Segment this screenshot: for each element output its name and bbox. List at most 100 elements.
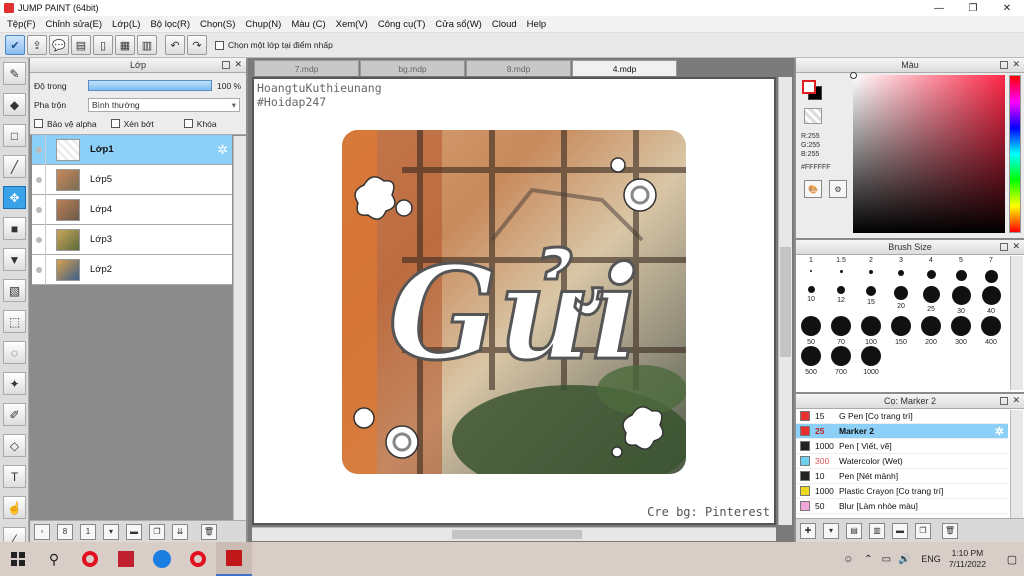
brush-size-option[interactable]: 3	[886, 256, 916, 286]
menu-edit[interactable]: Chỉnh sửa(E)	[41, 19, 108, 30]
clock[interactable]: 1:10 PM 7/11/2022	[949, 548, 986, 570]
brush-size-option[interactable]: 7	[976, 256, 1006, 286]
lock-checkbox[interactable]	[183, 119, 193, 128]
tab-8-mdp[interactable]: 8.mdp	[466, 60, 571, 76]
menu-cloud[interactable]: Cloud	[487, 19, 522, 30]
new-8bit-layer-icon[interactable]: 8	[57, 523, 73, 540]
preset-list-icon[interactable]: ▥	[869, 522, 885, 539]
saturation-value-picker[interactable]	[850, 72, 1005, 233]
hand-tool-icon[interactable]: ☝	[3, 496, 26, 519]
new-1bit-layer-icon[interactable]: 1	[80, 523, 96, 540]
menu-filter[interactable]: Bộ lọc(R)	[145, 19, 195, 30]
brush-size-option[interactable]: 2	[856, 256, 886, 286]
menu-capture[interactable]: Chụp(N)	[240, 19, 286, 30]
text-box-icon[interactable]: ▤	[71, 35, 91, 55]
brush-size-option[interactable]: 1	[796, 256, 826, 286]
eraser-tool-icon[interactable]: ◆	[3, 93, 26, 116]
brush-size-option[interactable]: 150	[886, 316, 916, 346]
brush-tool-icon[interactable]: ✎	[3, 62, 26, 85]
foreground-color-swatch[interactable]	[802, 80, 816, 94]
brush-size-option[interactable]: 700	[826, 346, 856, 376]
brush-size-option[interactable]: 200	[916, 316, 946, 346]
zalo-icon[interactable]	[144, 542, 180, 576]
select-rect-tool-icon[interactable]: ⬚	[3, 310, 26, 333]
frame-icon[interactable]: ▦	[115, 35, 135, 55]
maximize-button[interactable]: ❐	[956, 0, 990, 16]
preset-menu-icon[interactable]: ▾	[823, 522, 839, 539]
palette-icon[interactable]: 🎨	[804, 180, 822, 198]
brush-preset-row[interactable]: 15 G Pen [Cọ trang trí]	[796, 409, 1008, 424]
gradient-tool-icon[interactable]: ▧	[3, 279, 26, 302]
opacity-slider[interactable]	[88, 80, 212, 91]
select-layer-checkbox[interactable]	[215, 40, 224, 50]
visibility-toggle[interactable]	[32, 254, 46, 285]
brush-size-option[interactable]: 25	[916, 286, 946, 316]
undock-icon[interactable]	[1000, 243, 1008, 251]
close-panel-icon[interactable]: ✕	[1012, 241, 1020, 252]
gear-icon[interactable]: ✲	[217, 142, 228, 158]
menu-layer[interactable]: Lớp(L)	[107, 19, 145, 30]
canvas-horizontal-scrollbar[interactable]	[252, 527, 776, 541]
merge-layer-icon[interactable]: ⇊	[172, 523, 188, 540]
menu-view[interactable]: Xem(V)	[331, 19, 373, 30]
undock-icon[interactable]	[1000, 61, 1008, 69]
brush-size-option[interactable]: 4	[916, 256, 946, 286]
lasso-tool-icon[interactable]: ◌	[3, 341, 26, 364]
visibility-toggle[interactable]	[32, 134, 46, 165]
brush-size-option[interactable]: 100	[856, 316, 886, 346]
palette-settings-icon[interactable]: ⚙	[829, 180, 847, 198]
drawing-canvas[interactable]: HoangtuKuthieunang #Hoidap247 Gửi Cre bg…	[252, 77, 776, 525]
app-grid-icon[interactable]	[108, 542, 144, 576]
tab-7-mdp[interactable]: 7.mdp	[254, 60, 359, 76]
move-tool-icon[interactable]: ✥	[3, 186, 26, 209]
canvas-vertical-thumb[interactable]	[780, 247, 791, 357]
volume-icon[interactable]: 🔊	[895, 542, 913, 576]
brush-preset-row[interactable]: 300 Watercolor (Wet)	[796, 454, 1008, 469]
close-panel-icon[interactable]: ✕	[234, 59, 242, 70]
brush-preset-row[interactable]: 1000 Pen [ Viết, vẽ]	[796, 439, 1008, 454]
text-tool-icon[interactable]: T	[3, 465, 26, 488]
new-layer-icon[interactable]: ▫	[34, 523, 50, 540]
folder-icon[interactable]: ▬	[126, 523, 142, 540]
brush-preset-row[interactable]: 10 Pen [Nét mảnh]	[796, 469, 1008, 484]
brush-size-option[interactable]: 15	[856, 286, 886, 316]
close-panel-icon[interactable]: ✕	[1012, 395, 1020, 406]
brush-preset-row[interactable]: 25 Marker 2 ✲	[796, 424, 1008, 439]
duplicate-preset-icon[interactable]: ❐	[915, 522, 931, 539]
clipping-checkbox[interactable]	[110, 119, 120, 128]
tab-4-mdp[interactable]: 4.mdp	[572, 60, 677, 76]
visibility-toggle[interactable]	[32, 164, 46, 195]
export-icon[interactable]: ⇪	[27, 35, 47, 55]
visibility-toggle[interactable]	[32, 194, 46, 225]
brush-size-option[interactable]: 500	[796, 346, 826, 376]
select-eraser-tool-icon[interactable]: ◇	[3, 434, 26, 457]
layer-row[interactable]: Lớp4	[32, 194, 232, 225]
layer-row[interactable]: Lớp2	[32, 254, 232, 285]
opera-icon[interactable]	[72, 542, 108, 576]
layer-row[interactable]: Lớp3	[32, 224, 232, 255]
page-icon[interactable]: ▯	[93, 35, 113, 55]
brush-preset-row[interactable]: 1000 Plastic Crayon [Cọ trang trí]	[796, 484, 1008, 499]
brush-size-option[interactable]: 300	[946, 316, 976, 346]
gear-icon[interactable]: ✲	[995, 425, 1004, 438]
opera-gx-icon[interactable]	[180, 542, 216, 576]
preset-settings-icon[interactable]: ▤	[846, 522, 862, 539]
panel-icon[interactable]: ▥	[137, 35, 157, 55]
brush-size-option[interactable]: 40	[976, 286, 1006, 316]
brush-size-option[interactable]: 5	[946, 256, 976, 286]
delete-layer-icon[interactable]: 🗑	[201, 523, 217, 540]
undock-icon[interactable]	[222, 61, 230, 69]
minimize-button[interactable]: —	[922, 0, 956, 16]
menu-select[interactable]: Chọn(S)	[195, 19, 240, 30]
menu-window[interactable]: Cửa sổ(W)	[430, 19, 486, 30]
windows-start-icon[interactable]	[0, 542, 36, 576]
brush-size-option[interactable]: 1.5	[826, 256, 856, 286]
preset-scrollbar[interactable]	[1010, 410, 1023, 518]
transparent-swatch[interactable]	[804, 108, 822, 124]
add-layer-menu-icon[interactable]: ▾	[103, 523, 119, 540]
undock-icon[interactable]	[1000, 397, 1008, 405]
brush-scrollbar[interactable]	[1010, 256, 1023, 390]
blend-mode-select[interactable]: Bình thường	[88, 97, 240, 112]
undo-icon[interactable]: ↶	[165, 35, 185, 55]
hue-slider[interactable]	[1009, 75, 1021, 233]
